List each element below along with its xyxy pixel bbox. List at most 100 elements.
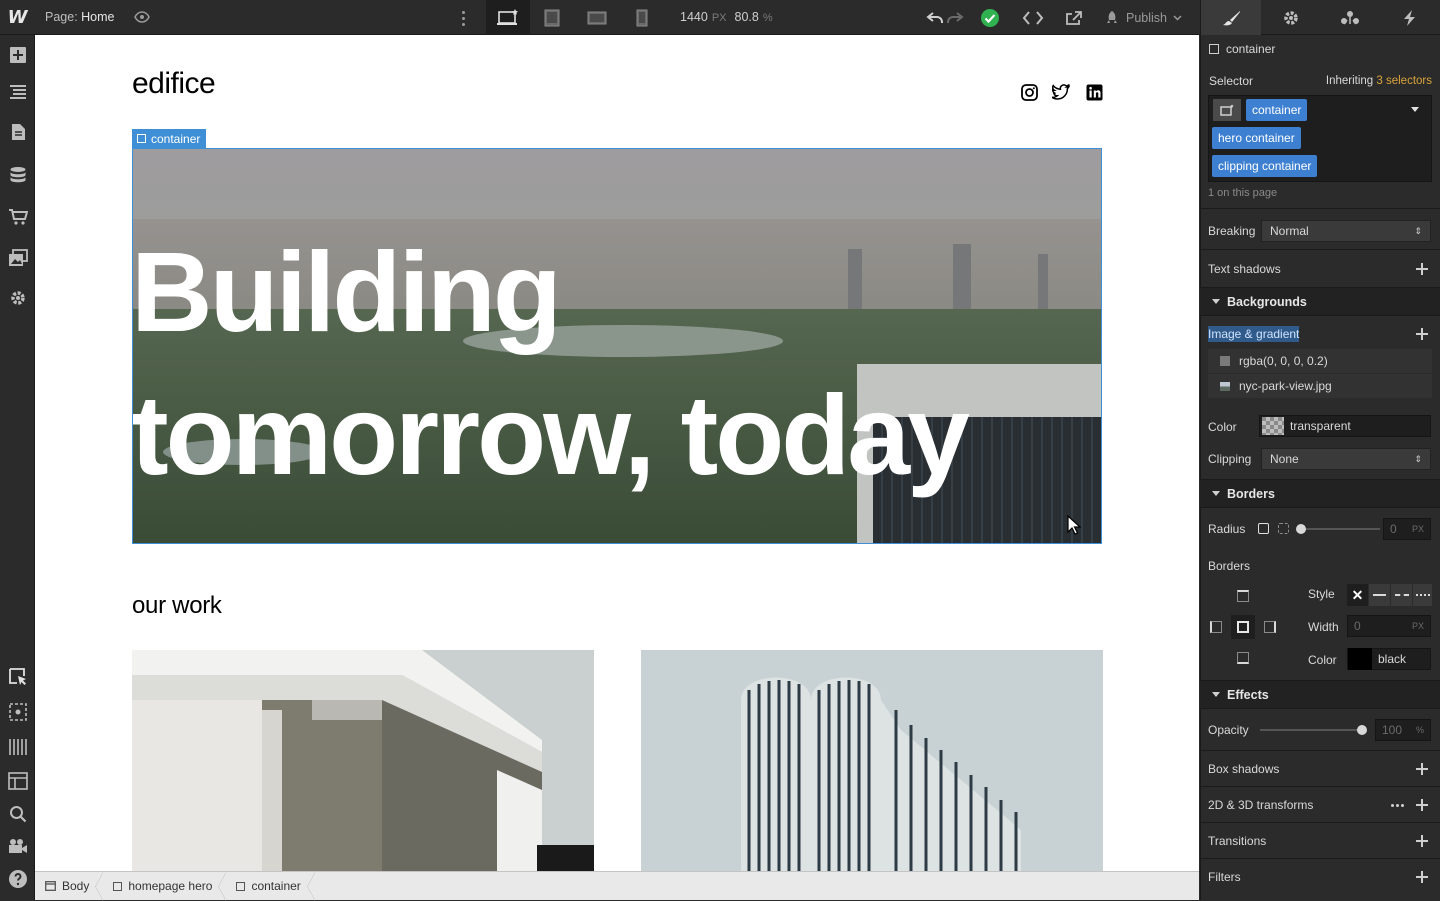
linkedin-icon[interactable] bbox=[1085, 83, 1103, 101]
work-card-image[interactable] bbox=[641, 650, 1103, 871]
container-icon bbox=[1209, 44, 1219, 54]
add-background-icon[interactable] bbox=[1416, 328, 1428, 340]
add-transform-icon[interactable] bbox=[1416, 799, 1428, 811]
cms-icon[interactable] bbox=[0, 160, 35, 190]
lightning-icon[interactable] bbox=[1380, 0, 1440, 35]
border-all-icon bbox=[1237, 621, 1249, 633]
selector-chip-hero-container[interactable]: hero container bbox=[1212, 127, 1301, 149]
border-left-icon[interactable] bbox=[1210, 621, 1222, 633]
opacity-slider[interactable] bbox=[1260, 729, 1364, 731]
share-icon[interactable] bbox=[1059, 0, 1089, 35]
opacity-slider-knob[interactable] bbox=[1357, 725, 1367, 735]
grid-icon[interactable] bbox=[0, 732, 35, 762]
breadcrumb-label: container bbox=[251, 879, 301, 893]
preview-icon[interactable] bbox=[0, 697, 35, 727]
collapse-triangle-icon bbox=[1212, 299, 1220, 304]
add-box-shadow-icon[interactable] bbox=[1416, 763, 1428, 775]
zoom-unit: % bbox=[762, 12, 773, 24]
our-work-heading[interactable]: our work bbox=[132, 592, 222, 620]
desktop-breakpoint-icon[interactable] bbox=[486, 0, 530, 35]
selected-element-label: container bbox=[151, 131, 201, 146]
add-transition-icon[interactable] bbox=[1416, 835, 1428, 847]
add-icon[interactable] bbox=[0, 40, 35, 70]
border-style-solid-icon[interactable] bbox=[1369, 584, 1390, 606]
border-style-dashed-icon[interactable] bbox=[1391, 584, 1412, 606]
transparent-swatch-icon bbox=[1262, 417, 1284, 435]
effects-section-header[interactable]: Effects bbox=[1200, 680, 1440, 709]
code-export-icon[interactable] bbox=[1018, 0, 1048, 35]
canvas-width-unit: PX bbox=[711, 12, 727, 24]
webflow-logo[interactable]: W bbox=[0, 0, 35, 35]
transforms-label: 2D & 3D transforms bbox=[1208, 798, 1314, 812]
border-right-icon[interactable] bbox=[1264, 621, 1276, 633]
work-card-image[interactable] bbox=[132, 650, 594, 871]
bg-color-label: Color bbox=[1208, 420, 1237, 434]
mobile-breakpoint-icon[interactable] bbox=[620, 0, 664, 35]
border-bottom-icon[interactable] bbox=[1237, 652, 1249, 664]
add-filter-icon[interactable] bbox=[1416, 871, 1428, 883]
style-brush-icon[interactable] bbox=[1201, 0, 1261, 35]
gear-icon[interactable] bbox=[1261, 0, 1321, 35]
selector-dropdown-icon[interactable] bbox=[1411, 107, 1419, 112]
pages-icon[interactable] bbox=[0, 117, 35, 147]
interactions-icon[interactable] bbox=[1321, 0, 1381, 35]
divider bbox=[1200, 822, 1440, 823]
bg-color-field[interactable]: transparent bbox=[1259, 415, 1431, 437]
design-canvas[interactable]: edifice container Building tomorrow, tod… bbox=[35, 35, 1199, 871]
canvas-width-value[interactable]: 1440 bbox=[680, 10, 708, 24]
navigator-icon[interactable] bbox=[0, 77, 35, 107]
breadcrumb-item-body[interactable]: Body bbox=[35, 871, 104, 901]
layout-icon[interactable] bbox=[0, 766, 35, 796]
border-style-dotted-icon[interactable] bbox=[1413, 584, 1432, 606]
transform-options-icon[interactable] bbox=[1391, 804, 1404, 807]
page-selector[interactable]: Page: Home bbox=[45, 10, 115, 24]
more-options-icon[interactable] bbox=[455, 8, 471, 28]
search-icon[interactable] bbox=[0, 799, 35, 829]
bg-layer-overlay[interactable]: rgba(0, 0, 0, 0.2) bbox=[1208, 349, 1432, 373]
hero-headline[interactable]: Building tomorrow, today bbox=[133, 221, 1091, 507]
radius-slider[interactable] bbox=[1300, 528, 1380, 530]
settings-icon[interactable] bbox=[0, 283, 35, 313]
publish-button[interactable]: Publish bbox=[1104, 0, 1182, 35]
radius-slider-knob[interactable] bbox=[1296, 524, 1306, 534]
redo-icon[interactable] bbox=[940, 0, 970, 35]
landscape-breakpoint-icon[interactable] bbox=[575, 0, 619, 35]
hero-container[interactable]: Building tomorrow, today bbox=[132, 148, 1102, 544]
tablet-breakpoint-icon[interactable] bbox=[530, 0, 574, 35]
zoom-value[interactable]: 80.8 bbox=[735, 10, 759, 24]
breadcrumb-item-homepage-hero[interactable]: homepage hero bbox=[103, 871, 227, 901]
video-icon[interactable] bbox=[0, 831, 35, 861]
selector-state-icon[interactable] bbox=[1213, 99, 1241, 121]
box-shadows-label: Box shadows bbox=[1208, 762, 1280, 776]
select-icon[interactable] bbox=[0, 662, 35, 692]
backgrounds-section-header[interactable]: Backgrounds bbox=[1200, 287, 1440, 316]
section-icon bbox=[113, 881, 123, 891]
border-width-input[interactable]: 0 PX bbox=[1347, 615, 1431, 637]
radius-all-icon[interactable] bbox=[1258, 523, 1269, 534]
ecommerce-icon[interactable] bbox=[0, 202, 35, 232]
opacity-input[interactable]: 100 % bbox=[1375, 719, 1431, 741]
clipping-select[interactable]: None ⇕ bbox=[1261, 448, 1431, 470]
assets-icon[interactable] bbox=[0, 243, 35, 273]
bg-layer-image[interactable]: nyc-park-view.jpg bbox=[1208, 374, 1432, 398]
site-brand[interactable]: edifice bbox=[132, 67, 216, 101]
chevron-down-icon bbox=[1173, 14, 1182, 21]
twitter-icon[interactable] bbox=[1052, 83, 1070, 101]
preview-eye-icon[interactable] bbox=[133, 8, 151, 26]
radius-individual-icon[interactable] bbox=[1278, 523, 1289, 534]
border-style-none-icon[interactable]: ✕ bbox=[1347, 584, 1368, 606]
help-icon[interactable] bbox=[0, 864, 35, 894]
breadcrumb-item-container[interactable]: container bbox=[226, 871, 316, 901]
collapse-triangle-icon bbox=[1212, 491, 1220, 496]
instagram-icon[interactable] bbox=[1020, 83, 1038, 101]
inheriting-info[interactable]: Inheriting 3 selectors bbox=[1326, 75, 1432, 87]
border-color-field[interactable]: black bbox=[1347, 648, 1431, 670]
selector-chip-container[interactable]: container bbox=[1246, 99, 1308, 121]
breaking-select[interactable]: Normal ⇕ bbox=[1261, 220, 1431, 242]
add-text-shadow-icon[interactable] bbox=[1416, 263, 1428, 275]
border-top-icon[interactable] bbox=[1237, 590, 1249, 602]
body-icon bbox=[45, 881, 56, 891]
radius-input[interactable]: 0 PX bbox=[1383, 518, 1431, 540]
selector-chip-clipping-container[interactable]: clipping container bbox=[1212, 155, 1318, 177]
borders-section-header[interactable]: Borders bbox=[1200, 479, 1440, 508]
